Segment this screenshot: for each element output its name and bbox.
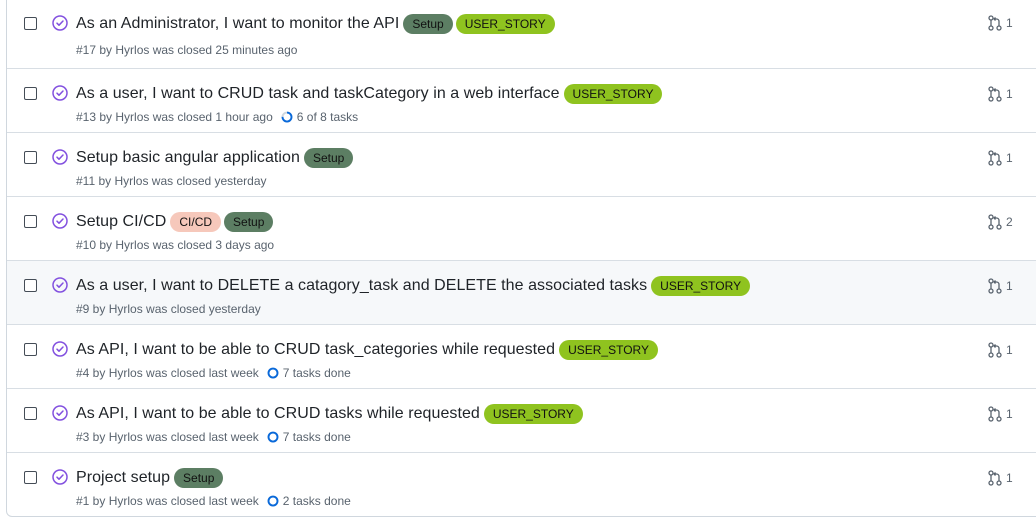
- pull-request-icon: [988, 342, 1002, 358]
- issue-row[interactable]: Project setup Setup #1 by Hyrlos was clo…: [7, 452, 1036, 518]
- progress-ring-icon: [267, 431, 279, 443]
- linked-pull-requests[interactable]: 1: [988, 342, 1013, 358]
- issue-title-link[interactable]: As API, I want to be able to CRUD task_c…: [76, 341, 555, 359]
- closed-issue-icon: [52, 469, 68, 485]
- issue-meta: #1 by Hyrlos was closed last week 2 task…: [76, 494, 351, 508]
- label-user-story[interactable]: USER_STORY: [483, 404, 583, 424]
- label-user-story[interactable]: USER_STORY: [563, 84, 663, 104]
- closed-issue-icon: [52, 213, 68, 229]
- label-setup[interactable]: Setup: [403, 14, 453, 34]
- closed-issue-icon: [52, 405, 68, 421]
- issue-meta-text: #11 by Hyrlos was closed yesterday: [76, 174, 267, 188]
- pull-request-icon: [988, 406, 1002, 422]
- pull-request-icon: [988, 150, 1002, 166]
- linked-pr-count: 1: [1006, 471, 1013, 485]
- select-checkbox[interactable]: [24, 471, 37, 484]
- pull-request-icon: [988, 278, 1002, 294]
- linked-pr-count: 1: [1006, 343, 1013, 357]
- label-user-story[interactable]: USER_STORY: [455, 14, 555, 34]
- issue-row[interactable]: Setup CI/CD CI/CD Setup #10 by Hyrlos wa…: [7, 196, 1036, 260]
- task-progress: 6 of 8 tasks: [281, 110, 358, 124]
- closed-issue-icon: [52, 85, 68, 101]
- issue-title-link[interactable]: Setup CI/CD: [76, 213, 166, 231]
- issue-row[interactable]: As API, I want to be able to CRUD task_c…: [7, 324, 1036, 388]
- linked-pull-requests[interactable]: 1: [988, 406, 1013, 422]
- select-checkbox[interactable]: [24, 343, 37, 356]
- issue-meta-text: #1 by Hyrlos was closed last week: [76, 494, 259, 508]
- issue-meta-text: #4 by Hyrlos was closed last week: [76, 366, 259, 380]
- issue-meta-text: #17 by Hyrlos was closed 25 minutes ago: [76, 43, 298, 57]
- progress-ring-icon: [267, 367, 279, 379]
- issue-meta-text: #9 by Hyrlos was closed yesterday: [76, 302, 261, 316]
- task-progress-text: 7 tasks done: [282, 366, 351, 380]
- issue-meta: #13 by Hyrlos was closed 1 hour ago 6 of…: [76, 110, 358, 124]
- label-user-story[interactable]: USER_STORY: [651, 276, 751, 296]
- issue-row[interactable]: As an Administrator, I want to monitor t…: [7, 0, 1036, 68]
- progress-ring-icon: [281, 111, 293, 123]
- select-checkbox[interactable]: [24, 87, 37, 100]
- linked-pull-requests[interactable]: 1: [988, 278, 1013, 294]
- issue-meta: #10 by Hyrlos was closed 3 days ago: [76, 238, 274, 252]
- issue-list: As an Administrator, I want to monitor t…: [6, 0, 1036, 517]
- closed-issue-icon: [52, 341, 68, 357]
- issue-row[interactable]: Setup basic angular application Setup #1…: [7, 132, 1036, 196]
- issue-title-link[interactable]: Setup basic angular application: [76, 149, 300, 167]
- closed-issue-icon: [52, 149, 68, 165]
- select-checkbox[interactable]: [24, 407, 37, 420]
- issue-meta: #4 by Hyrlos was closed last week 7 task…: [76, 366, 351, 380]
- pull-request-icon: [988, 15, 1002, 31]
- task-progress-text: 7 tasks done: [282, 430, 351, 444]
- issue-title-link[interactable]: Project setup: [76, 469, 170, 487]
- pull-request-icon: [988, 470, 1002, 486]
- pull-request-icon: [988, 86, 1002, 102]
- linked-pr-count: 1: [1006, 16, 1013, 30]
- linked-pull-requests[interactable]: 1: [988, 15, 1013, 31]
- label-ci-cd[interactable]: CI/CD: [170, 212, 222, 232]
- issue-row[interactable]: As a user, I want to CRUD task and taskC…: [7, 68, 1036, 132]
- label-user-story[interactable]: USER_STORY: [559, 340, 658, 360]
- label-setup[interactable]: Setup: [174, 468, 224, 488]
- label-setup[interactable]: Setup: [224, 212, 274, 232]
- linked-pull-requests[interactable]: 1: [988, 150, 1013, 166]
- linked-pull-requests[interactable]: 1: [988, 470, 1013, 486]
- task-progress-text: 6 of 8 tasks: [296, 110, 359, 124]
- issue-title-link[interactable]: As an Administrator, I want to monitor t…: [76, 15, 399, 33]
- issue-title-link[interactable]: As API, I want to be able to CRUD tasks …: [76, 405, 480, 423]
- linked-pr-count: 1: [1006, 87, 1013, 101]
- pull-request-icon: [988, 214, 1002, 230]
- task-progress: 7 tasks done: [267, 430, 351, 444]
- linked-pr-count: 2: [1006, 215, 1013, 229]
- issue-title-link[interactable]: As a user, I want to DELETE a catagory_t…: [76, 277, 647, 295]
- closed-issue-icon: [52, 15, 68, 31]
- task-progress-text: 2 tasks done: [282, 494, 351, 508]
- issue-row[interactable]: As API, I want to be able to CRUD tasks …: [7, 388, 1036, 452]
- issue-title-link[interactable]: As a user, I want to CRUD task and taskC…: [76, 85, 560, 103]
- select-checkbox[interactable]: [24, 215, 37, 228]
- issue-meta-text: #13 by Hyrlos was closed 1 hour ago: [76, 110, 273, 124]
- select-checkbox[interactable]: [24, 151, 37, 164]
- issue-meta: #17 by Hyrlos was closed 25 minutes ago: [76, 43, 297, 57]
- label-setup[interactable]: Setup: [303, 148, 354, 168]
- select-checkbox[interactable]: [24, 17, 37, 30]
- issue-meta: #3 by Hyrlos was closed last week 7 task…: [76, 430, 351, 444]
- issue-row[interactable]: As a user, I want to DELETE a catagory_t…: [7, 260, 1036, 324]
- closed-issue-icon: [52, 277, 68, 293]
- linked-pr-count: 1: [1006, 151, 1013, 165]
- linked-pr-count: 1: [1006, 279, 1013, 293]
- issue-meta: #11 by Hyrlos was closed yesterday: [76, 174, 267, 188]
- select-checkbox[interactable]: [24, 279, 37, 292]
- linked-pull-requests[interactable]: 1: [988, 86, 1013, 102]
- task-progress: 7 tasks done: [267, 366, 351, 380]
- issue-meta-text: #3 by Hyrlos was closed last week: [76, 430, 259, 444]
- progress-ring-icon: [267, 495, 279, 507]
- linked-pr-count: 1: [1006, 407, 1013, 421]
- linked-pull-requests[interactable]: 2: [988, 214, 1013, 230]
- issue-meta: #9 by Hyrlos was closed yesterday: [76, 302, 261, 316]
- task-progress: 2 tasks done: [267, 494, 351, 508]
- issue-meta-text: #10 by Hyrlos was closed 3 days ago: [76, 238, 275, 252]
